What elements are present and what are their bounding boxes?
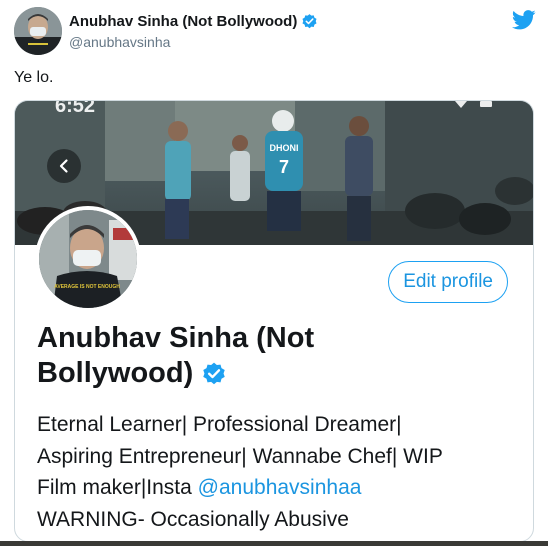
author-avatar[interactable]	[14, 7, 62, 55]
author-handle[interactable]: @anubhavsinha	[69, 34, 170, 50]
profile-name-line1: Anubhav Sinha (Not	[37, 322, 315, 354]
bio-line: Eternal Learner| Professional Dreamer|	[37, 413, 402, 436]
profile-avatar[interactable]: AVERAGE IS NOT ENOUGH	[35, 206, 141, 312]
bio-line: Film maker|Insta @anubhavsinhaa	[37, 472, 517, 504]
twitter-bird-icon[interactable]	[511, 9, 536, 31]
back-arrow-icon	[59, 159, 68, 173]
status-time: 6:52	[55, 101, 96, 117]
profile-name: Anubhav Sinha (Not Bollywood)	[37, 321, 497, 391]
author-name-row: Anubhav Sinha (Not Bollywood)	[69, 13, 318, 30]
instagram-handle-link[interactable]: @anubhavsinhaa	[198, 476, 362, 499]
avatar-shirt-text: AVERAGE IS NOT ENOUGH	[54, 284, 120, 290]
jersey-number: 7	[279, 157, 289, 177]
bio-line: WARNING- Occasionally Abusive	[37, 507, 349, 531]
profile-name-line2-row: Bollywood)	[37, 356, 497, 391]
tweet-text: Ye lo.	[14, 69, 54, 86]
profile-bio: Eternal Learner| Professional Dreamer| A…	[37, 409, 517, 535]
author-name[interactable]: Anubhav Sinha (Not Bollywood)	[69, 13, 297, 30]
edit-profile-button[interactable]: Edit profile	[388, 261, 508, 303]
bottom-edge	[0, 541, 548, 546]
tweet-card: Anubhav Sinha (Not Bollywood) @anubhavsi…	[0, 0, 548, 546]
bio-line: Aspiring Entrepreneur| Wannabe Chef| WIP	[37, 444, 443, 468]
profile-name-line2: Bollywood)	[37, 357, 194, 389]
verified-badge-icon	[201, 361, 227, 387]
tweet-image[interactable]: DHONI 7 6:52 AVERAGE IS NOT ENOUGH Edit …	[14, 100, 534, 542]
jersey-name: DHONI	[270, 143, 299, 153]
bio-text: Film maker|Insta	[37, 476, 198, 499]
back-button[interactable]	[47, 149, 81, 183]
verified-badge-icon	[301, 13, 318, 30]
